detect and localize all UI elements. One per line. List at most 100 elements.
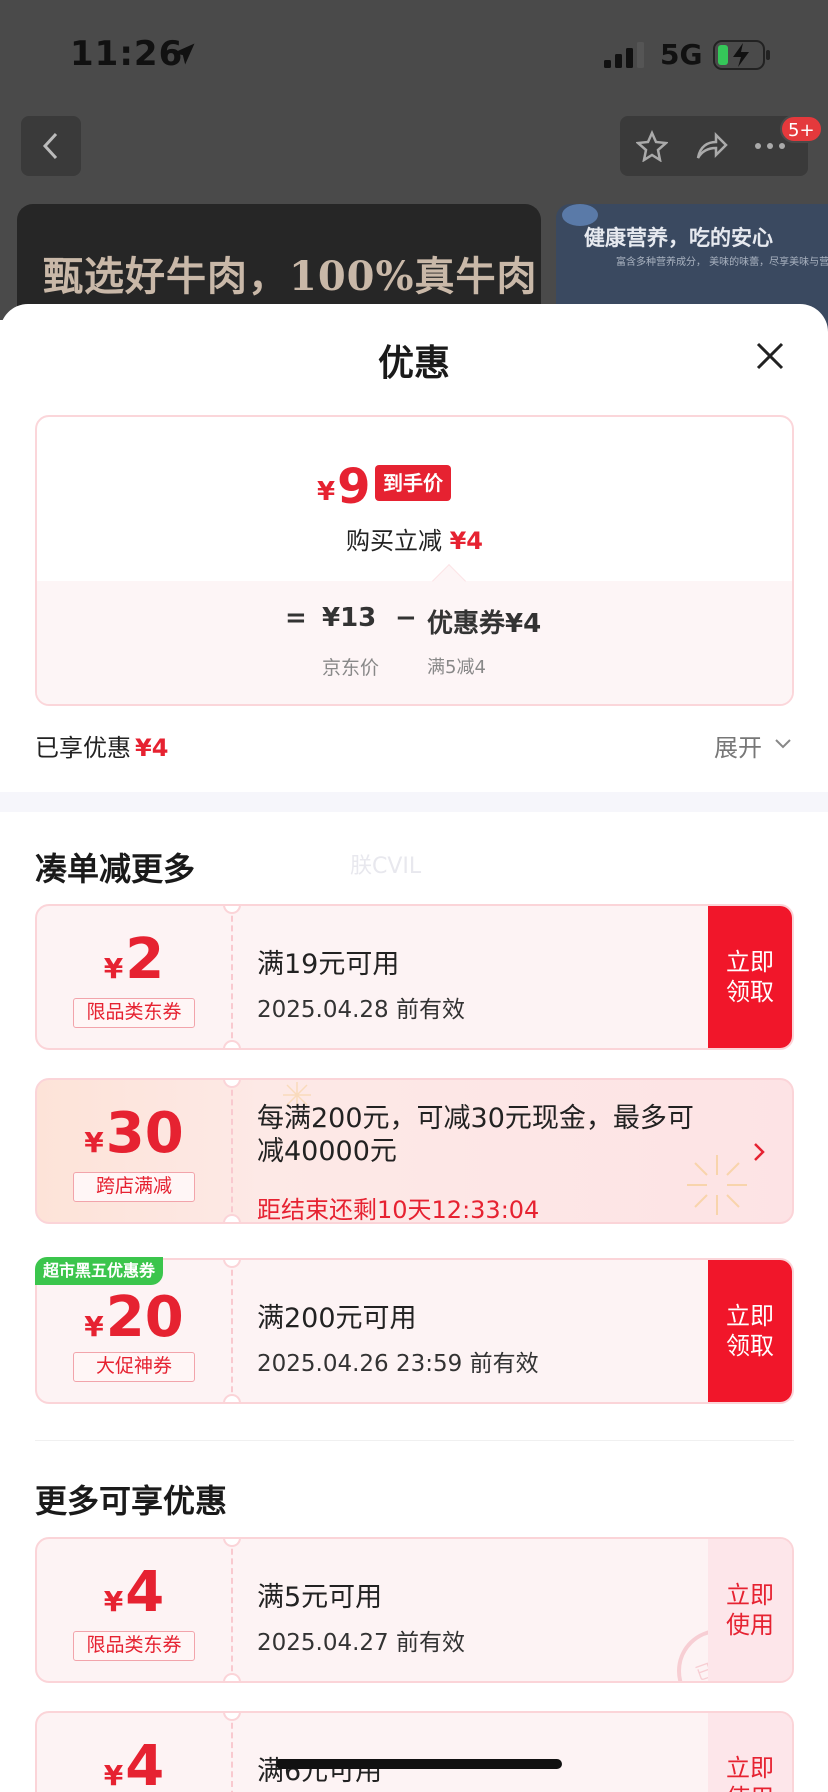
final-price-tag: 到手价 (375, 465, 451, 501)
chevron-right-icon (754, 1143, 765, 1161)
coupon-separator (231, 1260, 233, 1402)
coupon-notch (223, 1214, 241, 1222)
coupon-amount-value: 4 (125, 1734, 165, 1792)
coupon-notch (223, 1673, 241, 1681)
formula-minus: − (395, 603, 417, 633)
back-button[interactable] (21, 116, 81, 176)
coupon-deduction: 优惠券¥4 (427, 609, 542, 639)
coupon-amount: ¥2 (37, 932, 231, 988)
coupon-currency: ¥ (84, 1126, 104, 1159)
coupon-type: 跨店满减 (73, 1172, 195, 1202)
price-breakdown-card: ¥ 9 到手价 购买立减 ¥4 = ¥13 − 优惠券¥4 京东价 满5减4 (35, 415, 794, 706)
claim-label: 立即领取 (726, 1302, 774, 1360)
enjoyed-label: 已享优惠 (35, 734, 131, 762)
coupon-amount: ¥20 (37, 1290, 231, 1346)
jd-price: ¥13 (322, 603, 377, 633)
coupon-type: 限品类东券 (73, 998, 195, 1028)
section-divider (0, 792, 828, 812)
coupon-currency: ¥ (103, 1759, 124, 1792)
close-icon[interactable] (748, 334, 792, 378)
claim-label: 立即领取 (726, 948, 774, 1006)
coupon-validity: 2025.04.26 23:59 前有效 (257, 1351, 539, 1377)
coupon-condition: 满5元可用 (257, 1582, 383, 1613)
coupon-card: ¥4 限品类东券 满5元可用 2025.04.27 前有效 已领 立即使用 (35, 1537, 794, 1683)
final-price: ¥ 9 (317, 461, 371, 511)
signal-icon (604, 42, 644, 68)
use-coupon-button[interactable]: 立即使用 (708, 1713, 792, 1792)
coupon-currency: ¥ (103, 952, 124, 985)
instant-reduce-label: 购买立减 (345, 527, 442, 555)
coupon-notch (223, 906, 241, 914)
status-bar: 11:26 5G (0, 0, 828, 110)
use-label: 立即使用 (726, 1581, 774, 1639)
firework-icon (687, 1155, 747, 1215)
section-title-more-savings: 凑单减更多 (35, 850, 196, 888)
watermark: 朕CVIL (350, 854, 422, 879)
coupon-notch (223, 1040, 241, 1048)
black-friday-tag: 超市黑五优惠券 (35, 1257, 164, 1285)
coupon-separator (231, 1539, 233, 1681)
home-indicator[interactable] (276, 1759, 562, 1769)
coupon-currency: ¥ (103, 1585, 124, 1618)
location-icon (173, 43, 195, 65)
coupon-card: ¥2 限品类东券 满19元可用 2025.04.28 前有效 立即领取 (35, 904, 794, 1050)
final-price-value: 9 (337, 459, 371, 515)
coupon-notch (223, 1260, 241, 1268)
price-formula: = ¥13 − 优惠券¥4 (37, 603, 792, 643)
enjoyed-amount: ¥4 (135, 734, 169, 762)
use-coupon-button[interactable]: 立即使用 (708, 1539, 792, 1681)
discount-sheet: 优惠 ¥ 9 到手价 购买立减 ¥4 = ¥13 − 优惠券¥4 京东价 满5减… (0, 304, 828, 1792)
coupon-card: ¥4 满6元可用 立即使用 (35, 1711, 794, 1792)
share-icon[interactable] (694, 130, 728, 162)
coupon-amount: ¥4 (37, 1565, 231, 1621)
currency-symbol: ¥ (317, 477, 336, 507)
coupon-notch (223, 1539, 241, 1547)
claim-coupon-button[interactable]: 立即领取 (708, 906, 792, 1048)
formula-equals: = (285, 603, 307, 633)
network-type: 5G (660, 38, 703, 71)
use-label: 立即使用 (726, 1754, 774, 1792)
coupon-amount: ¥30 (37, 1106, 231, 1162)
coupon-amount-value: 4 (125, 1560, 165, 1625)
cross-store-promo-card[interactable]: ¥30 跨店满减 每满200元，可减30元现金，最多可减40000元 距结束还剩… (35, 1078, 794, 1224)
battery-charging-icon (713, 40, 770, 70)
jd-price-label: 京东价 (322, 657, 380, 679)
coupon-separator (231, 1080, 233, 1222)
promo-countdown: 距结束还剩10天12:33:04 (257, 1196, 540, 1224)
coupon-condition: 满19元可用 (257, 949, 400, 980)
coupon-amount-value: 30 (105, 1101, 184, 1166)
coupon-type: 大促神券 (73, 1352, 195, 1382)
enjoyed-discount: 已享优惠 ¥4 (35, 728, 168, 763)
coupon-rule-label: 满5减4 (427, 657, 486, 678)
coupon-notch (223, 1080, 241, 1088)
chevron-down-icon[interactable] (772, 736, 794, 752)
star-icon[interactable] (636, 130, 668, 162)
coupon-separator (231, 906, 233, 1048)
banner-side-text: 健康营养，吃的安心 (584, 225, 773, 250)
divider (35, 1440, 794, 1441)
expand-button[interactable]: 展开 (714, 728, 762, 763)
sheet-title: 优惠 (377, 343, 450, 384)
promo-description: 每满200元，可减30元现金，最多可减40000元 (257, 1103, 694, 1167)
chevron-left-icon (42, 132, 58, 160)
banner-main-text: 甄选好牛肉，100%真牛肉 (43, 253, 538, 300)
product-page-background: 11:26 5G 5+ 甄选好牛肉，100%真牛肉 健康营养，吃的安心 富含多种… (0, 0, 828, 344)
instant-reduce: 购买立减 ¥4 (37, 521, 792, 556)
coupon-condition: 满200元可用 (257, 1303, 417, 1334)
status-time: 11:26 (70, 34, 184, 74)
coupon-currency: ¥ (84, 1310, 104, 1343)
coupon-amount-value: 20 (105, 1285, 184, 1350)
claim-coupon-button[interactable]: 立即领取 (708, 1260, 792, 1402)
coupon-separator (231, 1713, 233, 1792)
banner-side-subtext: 富含多种营养成分， 美味的味蕾，尽享美味与营养的双重盛宴。 (616, 257, 828, 268)
coupon-notch (223, 1394, 241, 1402)
coupon-type: 限品类东券 (73, 1631, 195, 1661)
more-icon[interactable] (754, 142, 786, 150)
coupon-amount-value: 2 (125, 927, 165, 992)
price-breakdown-lower (37, 581, 792, 704)
coupon-amount: ¥4 (37, 1739, 231, 1792)
coupon-validity: 2025.04.27 前有效 (257, 1630, 465, 1656)
cart-count-badge: 5+ (780, 115, 823, 143)
section-title-more-offers: 更多可享优惠 (35, 1482, 228, 1520)
coupon-validity: 2025.04.28 前有效 (257, 997, 465, 1023)
